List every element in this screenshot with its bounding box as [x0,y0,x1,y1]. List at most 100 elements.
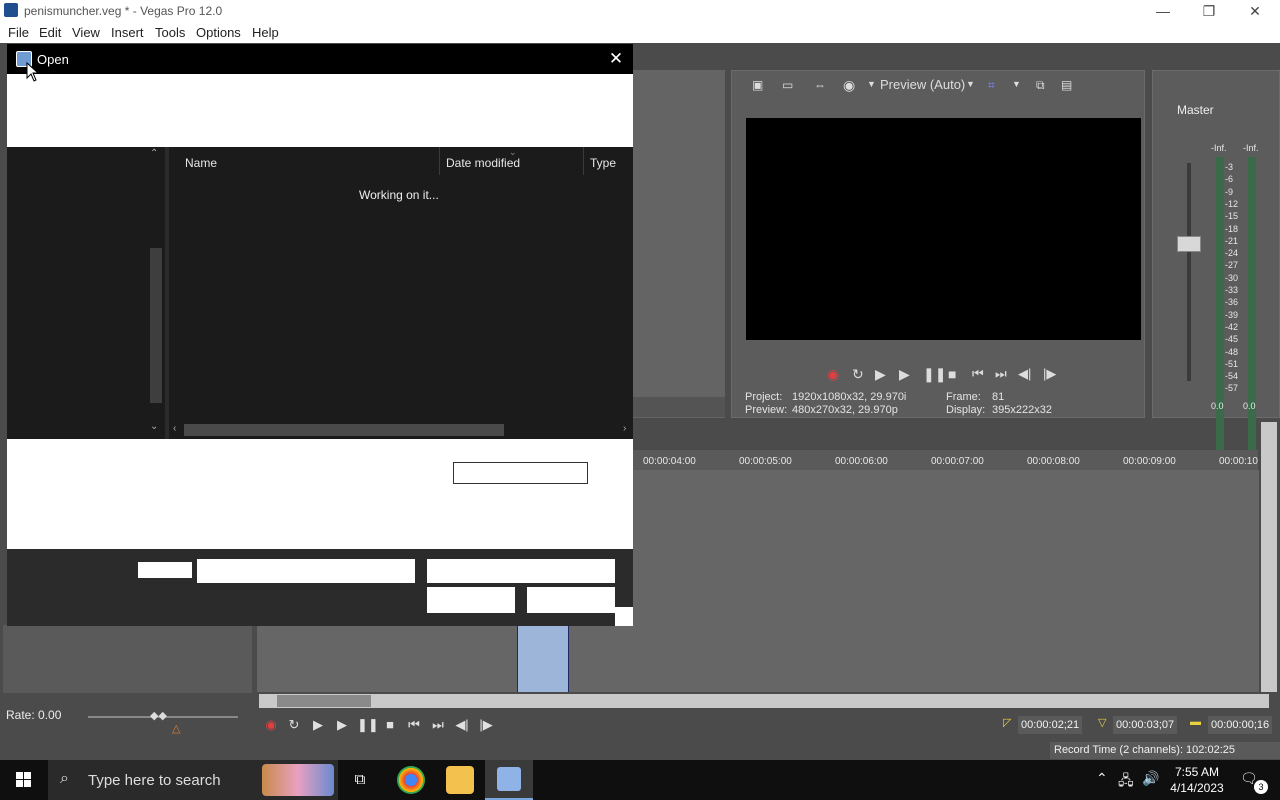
close-button[interactable]: ✕ [1232,0,1278,22]
menu-tools[interactable]: Tools [155,25,185,40]
menu-help[interactable]: Help [252,25,279,40]
pause-icon[interactable]: ❚❚ [923,366,946,383]
minimize-button[interactable]: — [1140,0,1186,22]
column-separator[interactable] [583,147,584,175]
windows-logo-icon [16,772,31,787]
navigation-pane[interactable] [7,147,165,439]
track-header-area [3,625,252,693]
fx-dropdown-icon[interactable]: ▼ [867,79,876,89]
play-icon[interactable]: ▶ [899,366,910,383]
rate-slider-thumb[interactable]: ◆◆ [150,709,167,722]
open-button[interactable] [427,587,515,613]
vegas-icon [497,767,521,791]
previous-frame-icon[interactable]: ◀| [1018,366,1031,382]
timeline-stop-icon[interactable]: ■ [381,716,399,734]
mouse-cursor-icon [26,62,40,82]
column-name[interactable]: Name [185,156,217,170]
play-from-start-icon[interactable]: ▶ [875,366,886,383]
navigation-scroll-thumb[interactable] [150,248,162,403]
volume-icon[interactable]: 🔊 [1142,770,1159,787]
network-icon[interactable]: 🖧 [1118,770,1134,794]
file-name-input[interactable] [197,559,415,583]
split-screen-icon[interactable]: ⇔ [814,78,826,92]
go-to-end-icon[interactable]: ⏭ [995,366,1007,382]
column-date-modified[interactable]: Date modified [446,156,520,170]
menu-file[interactable]: File [8,25,29,40]
video-fx-icon[interactable]: ◉ [843,77,855,94]
timeline-ruler[interactable]: 00:00:04:00 00:00:05:00 00:00:06:00 00:0… [633,450,1258,470]
ruler-tick: 00:00:10 [1219,456,1258,467]
external-monitor-icon[interactable]: ▭ [782,78,793,92]
media-panel [633,70,725,418]
volume-fader[interactable] [1177,236,1201,252]
master-title: Master [1177,103,1214,117]
selection-end-timecode[interactable]: 00:00:03;07 [1113,716,1178,734]
db-scale-label: -30 [1225,272,1239,283]
timeline-play-icon[interactable]: ▶ [333,716,351,734]
timeline-scroll-thumb[interactable] [277,695,371,707]
timeline-record-icon[interactable]: ◉ [262,716,280,734]
stop-icon[interactable]: ■ [948,366,956,382]
taskbar-clock[interactable]: 7:55 AM 4/14/2023 [1160,764,1234,796]
selection-length-timecode[interactable]: 00:00:00;16 [1208,716,1273,734]
go-to-start-icon[interactable]: ⏮ [972,366,984,382]
taskbar-search-box[interactable]: ⌕ Type here to search [48,760,338,800]
next-frame-icon[interactable]: |▶ [1043,366,1056,382]
menu-insert[interactable]: Insert [111,25,144,40]
loop-icon[interactable]: ↻ [852,366,864,383]
dialog-footer [7,549,633,626]
save-snapshot-icon[interactable]: ▤ [1061,78,1072,92]
overlays-dropdown-icon[interactable]: ▼ [1012,79,1021,89]
selection-start-timecode[interactable]: 00:00:02;21 [1018,716,1083,734]
timeline-go-start-icon[interactable]: ⏮ [405,716,423,734]
blank-field[interactable] [453,462,588,484]
restore-button[interactable]: ❐ [1186,0,1232,22]
db-scale-label: -21 [1225,235,1239,246]
fader-track [1187,163,1191,381]
timeline-next-frame-icon[interactable]: |▶ [477,716,495,734]
timeline-vertical-scrollbar[interactable] [1261,422,1277,692]
timeline-play-from-start-icon[interactable]: ▶ [309,716,327,734]
scroll-left-icon[interactable]: ‹ [173,423,176,434]
ruler-tick: 00:00:09:00 [1123,456,1176,467]
menu-view[interactable]: View [72,25,100,40]
cancel-button[interactable] [527,587,615,613]
preview-quality-select[interactable]: Preview (Auto) [880,77,965,92]
timeline-pause-icon[interactable]: ❚❚ [357,716,379,734]
scroll-down-icon[interactable]: ⌄ [150,421,158,432]
show-hidden-icons-icon[interactable]: ⌃ [1096,770,1108,787]
menu-edit[interactable]: Edit [39,25,61,40]
overlays-icon[interactable]: ⌗ [988,78,995,93]
project-value: 1920x1080x32, 29.970i [792,391,907,403]
vegas-taskbar-button[interactable] [485,760,533,800]
scroll-up-icon[interactable]: ⌃ [150,148,158,159]
file-type-select[interactable] [427,559,615,583]
dialog-close-button[interactable]: ✕ [605,48,627,70]
timeline-go-end-icon[interactable]: ⏭ [429,716,447,734]
menu-options[interactable]: Options [196,25,241,40]
scroll-right-icon[interactable]: › [623,423,626,434]
timeline-selection[interactable] [517,624,569,692]
preview-settings-icon[interactable]: ▣ [752,78,763,92]
timeline-loop-icon[interactable]: ↻ [285,716,303,734]
resize-grip[interactable] [615,607,633,626]
db-scale-label: -57 [1225,383,1239,394]
file-list-scroll-thumb[interactable] [184,424,504,436]
copy-snapshot-icon[interactable]: ⧉ [1036,78,1045,93]
sort-indicator-icon: ⌄ [509,147,517,157]
start-button[interactable] [0,760,48,800]
task-view-icon[interactable]: ⧉ [346,766,374,794]
column-type[interactable]: Type [590,156,616,170]
column-separator[interactable] [439,147,440,175]
search-icon: ⌕ [60,770,69,787]
db-scale-label: -48 [1225,346,1239,357]
file-list-pane[interactable]: Name Date modified ⌄ Type Working on it.… [169,147,633,439]
timeline-prev-frame-icon[interactable]: ◀| [453,716,471,734]
chrome-icon[interactable] [397,766,425,794]
quality-dropdown-icon[interactable]: ▼ [966,79,975,89]
file-explorer-icon[interactable] [446,766,474,794]
timeline-horizontal-scrollbar[interactable] [259,694,1269,708]
record-icon[interactable]: ◉ [827,366,839,383]
dialog-preview-area [7,439,633,549]
rate-reset-icon[interactable]: △ [172,722,180,735]
